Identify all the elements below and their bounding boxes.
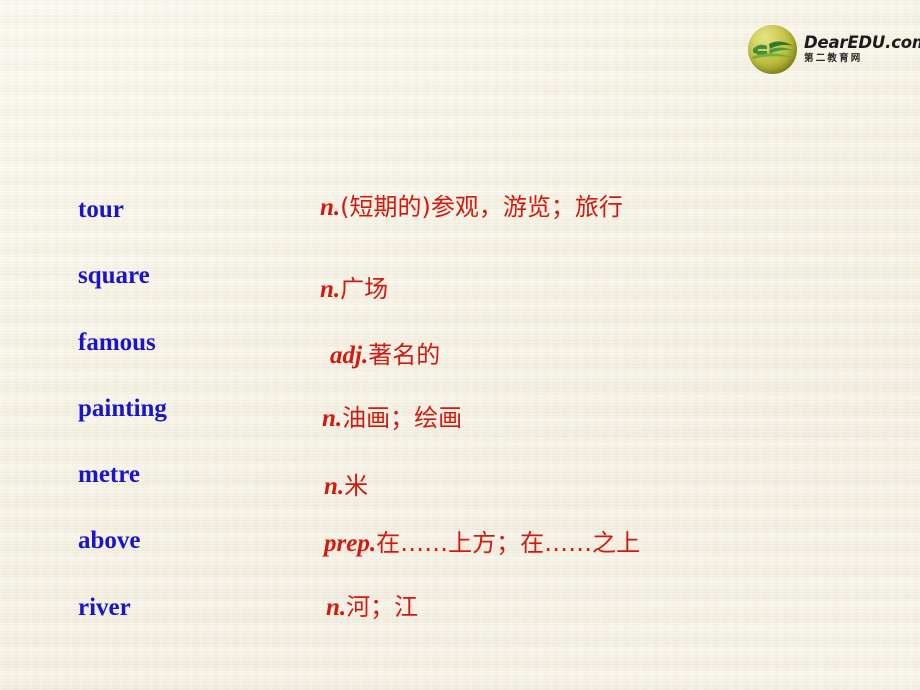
part-of-speech: prep. — [324, 530, 377, 557]
meaning-text: 米 — [344, 472, 369, 500]
vocabulary-term: square — [78, 262, 150, 289]
part-of-speech: n. — [322, 405, 343, 432]
vocabulary-row: square n.广场 — [0, 258, 920, 324]
part-of-speech: n. — [326, 594, 347, 621]
slide-canvas: DearEDU.com 第二教育网 tour n.(短期的)参观，游览；旅行 s… — [0, 0, 920, 690]
part-of-speech: n. — [324, 473, 345, 500]
meaning-text: 广场 — [340, 275, 389, 303]
meaning-text: (短期的)参观，游览；旅行 — [340, 193, 623, 221]
meaning-text: 河；江 — [346, 593, 419, 621]
vocabulary-definition: prep.在……上方；在……之上 — [324, 531, 640, 556]
meaning-text: 在……上方；在……之上 — [376, 529, 641, 557]
part-of-speech: adj. — [330, 342, 369, 369]
vocabulary-term: metre — [78, 461, 140, 488]
vocabulary-term: river — [78, 594, 131, 621]
vocabulary-definition: n.油画；绘画 — [322, 406, 462, 431]
meaning-text: 油画；绘画 — [342, 404, 463, 432]
meaning-text: 著名的 — [368, 341, 441, 369]
vocabulary-term: famous — [78, 329, 156, 356]
vocabulary-list: tour n.(短期的)参观，游览；旅行 square n.广场 famous … — [0, 0, 920, 690]
vocabulary-row: river n.河；江 — [0, 590, 920, 656]
vocabulary-definition: n.米 — [324, 474, 368, 499]
vocabulary-row: tour n.(短期的)参观，游览；旅行 — [0, 192, 920, 258]
vocabulary-term: above — [78, 527, 141, 554]
vocabulary-definition: n.(短期的)参观，游览；旅行 — [320, 195, 623, 220]
vocabulary-definition: n.河；江 — [326, 595, 418, 620]
vocabulary-definition: n.广场 — [320, 277, 388, 302]
vocabulary-row: metre n.米 — [0, 457, 920, 523]
vocabulary-term: tour — [78, 196, 124, 223]
vocabulary-term: painting — [78, 395, 167, 422]
vocabulary-row: painting n.油画；绘画 — [0, 391, 920, 457]
part-of-speech: n. — [320, 194, 341, 221]
vocabulary-row: above prep.在……上方；在……之上 — [0, 523, 920, 589]
part-of-speech: n. — [320, 276, 341, 303]
vocabulary-row: famous adj.著名的 — [0, 325, 920, 391]
vocabulary-definition: adj.著名的 — [330, 343, 440, 368]
